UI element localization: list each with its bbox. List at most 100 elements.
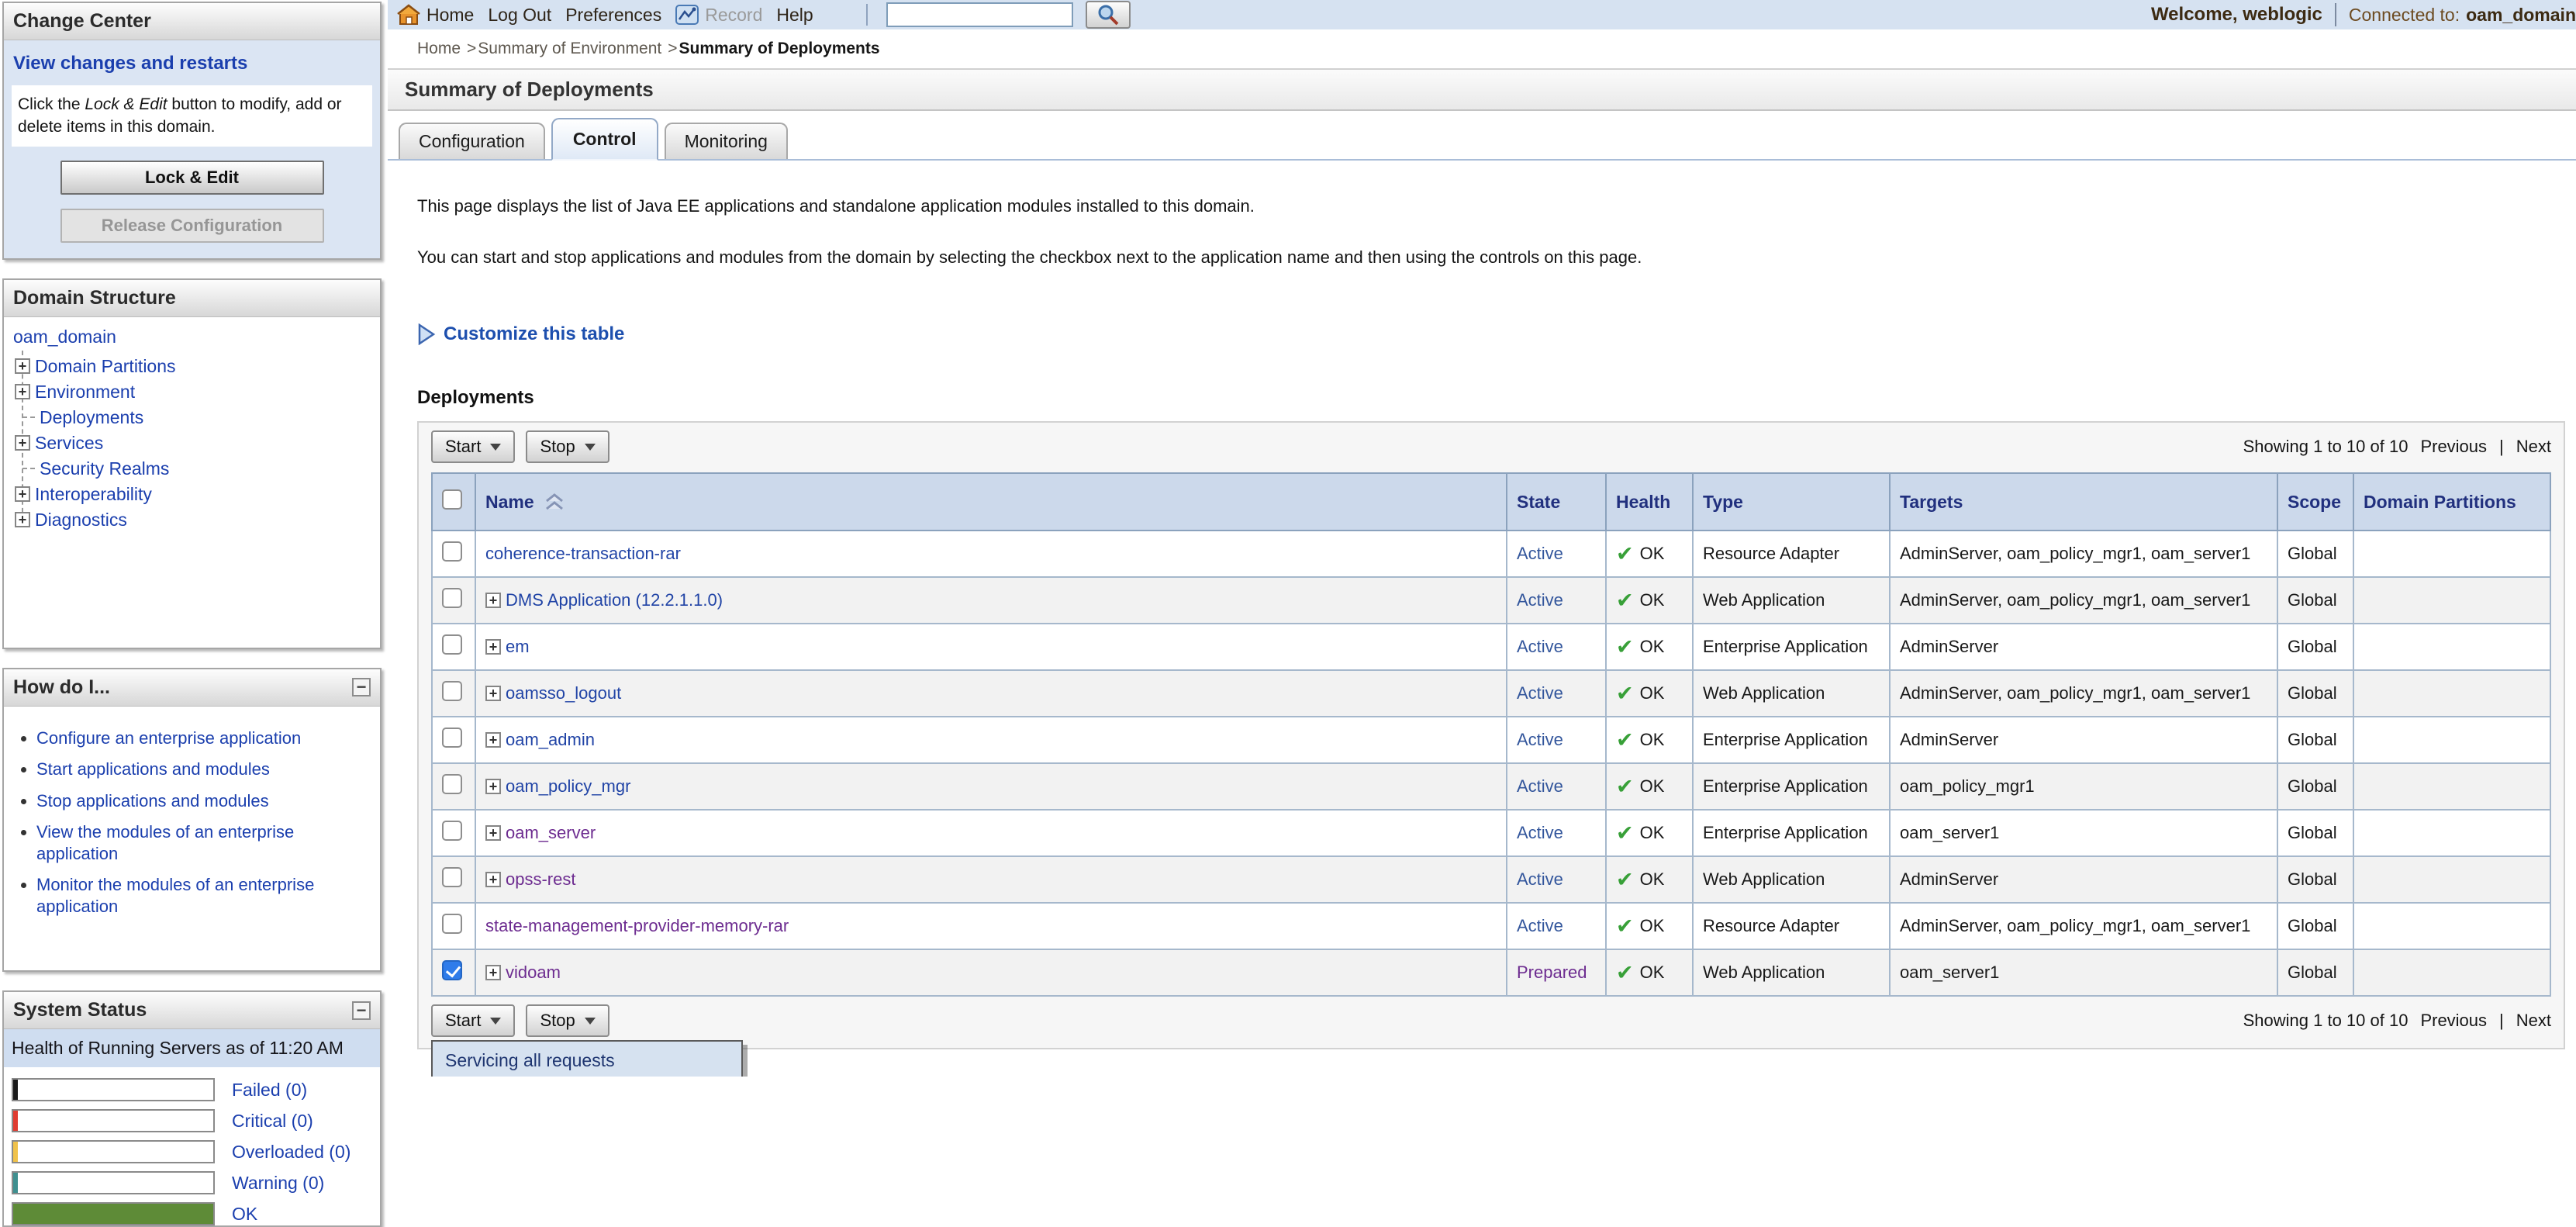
search-button[interactable] [1086, 1, 1131, 29]
stop-button[interactable]: Stop [526, 430, 609, 463]
deployment-link-dms-application-12-2-1-1-0[interactable]: DMS Application (12.2.1.1.0) [506, 590, 723, 610]
expand-plus-icon[interactable]: + [15, 486, 30, 502]
menu-item-servicing-all-requests[interactable]: Servicing all requests [433, 1042, 741, 1077]
row-checkbox[interactable] [442, 774, 462, 794]
health-cell: ✔OK [1606, 531, 1693, 577]
expand-plus-icon[interactable]: + [15, 384, 30, 399]
deployment-link-coherence-transaction-rar[interactable]: coherence-transaction-rar [485, 544, 681, 564]
expand-plus-icon[interactable]: + [485, 872, 501, 887]
collapse-icon[interactable]: − [352, 1001, 371, 1020]
gauge-fill [13, 1173, 18, 1193]
deployment-name: + vidoam [485, 963, 1497, 983]
gauge-label-critical-0[interactable]: Critical (0) [232, 1111, 313, 1132]
row-checkbox[interactable] [442, 867, 462, 887]
tree-link-interoperability[interactable]: Interoperability [35, 484, 152, 505]
deployment-link-state-management-provider-memory-rar[interactable]: state-management-provider-memory-rar [485, 916, 789, 936]
scope-cell: Global [2277, 624, 2353, 670]
gauge-label-ok[interactable]: OK [232, 1204, 257, 1225]
targets-cell: AdminServer [1890, 856, 2277, 903]
tab-control[interactable]: Control [551, 118, 658, 161]
row-checkbox[interactable] [442, 960, 462, 980]
deployment-link-oam-admin[interactable]: oam_admin [506, 730, 595, 750]
column-header-name[interactable]: Name [475, 473, 1507, 531]
row-checkbox[interactable] [442, 588, 462, 608]
lock-edit-note: Click the Lock & Edit button to modify, … [12, 85, 372, 147]
targets-cell: AdminServer, oam_policy_mgr1, oam_server… [1890, 577, 2277, 624]
lock-edit-button[interactable]: Lock & Edit [60, 161, 324, 195]
select-all-checkbox[interactable] [442, 489, 462, 510]
tree-link-environment[interactable]: Environment [35, 382, 135, 403]
how-do-i-link-start-applications-and-modules[interactable]: Start applications and modules [36, 759, 270, 779]
connected-to-label: Connected to: [2349, 5, 2460, 26]
table-row-oam-server: +oam_serverActive✔OKEnterprise Applicati… [432, 810, 2550, 856]
expand-plus-icon[interactable]: + [485, 779, 501, 794]
logout-link[interactable]: Log Out [488, 5, 551, 26]
column-header-state: State [1507, 473, 1606, 531]
connected-domain: oam_domain [2466, 5, 2576, 26]
expand-plus-icon[interactable]: + [485, 965, 501, 980]
stop-button[interactable]: Stop [526, 1004, 609, 1037]
how-do-i-link-configure-an-enterprise-application[interactable]: Configure an enterprise application [36, 728, 301, 748]
type-cell: Enterprise Application [1693, 810, 1890, 856]
breadcrumb-home[interactable]: Home [417, 40, 461, 57]
deployment-link-oam-server[interactable]: oam_server [506, 823, 596, 843]
expand-plus-icon[interactable]: + [15, 512, 30, 527]
tab-configuration[interactable]: Configuration [399, 123, 545, 159]
row-checkbox[interactable] [442, 634, 462, 655]
expand-plus-icon[interactable]: + [485, 593, 501, 608]
expand-plus-icon[interactable]: + [485, 732, 501, 748]
health-label: OK [1640, 683, 1665, 703]
customize-this-table-link[interactable]: Customize this table [444, 323, 624, 345]
tree-link-diagnostics[interactable]: Diagnostics [35, 510, 127, 531]
expand-plus-icon[interactable]: + [15, 435, 30, 451]
expand-plus-icon[interactable]: + [485, 686, 501, 701]
home-icon[interactable] [397, 4, 420, 26]
deployment-link-oamsso-logout[interactable]: oamsso_logout [506, 683, 621, 703]
expand-plus-icon[interactable]: + [485, 639, 501, 655]
sort-ascending-icon[interactable] [544, 493, 565, 511]
collapse-icon[interactable]: − [352, 678, 371, 696]
tab-monitoring[interactable]: Monitoring [665, 123, 788, 159]
domain-structure-body: oam_domain + Domain Partitions + Environmen… [4, 317, 380, 648]
row-checkbox[interactable] [442, 728, 462, 748]
home-link[interactable]: Home [426, 5, 474, 26]
targets-cell: AdminServer, oam_policy_mgr1, oam_server… [1890, 531, 2277, 577]
search-input[interactable] [886, 2, 1073, 27]
how-do-i-link-stop-applications-and-modules[interactable]: Stop applications and modules [36, 791, 269, 811]
gauge-label-failed-0[interactable]: Failed (0) [232, 1080, 307, 1101]
row-checkbox[interactable] [442, 681, 462, 701]
row-checkbox[interactable] [442, 821, 462, 841]
domain-partitions-cell [2353, 531, 2550, 577]
name-cell: + oam_policy_mgr [475, 763, 1507, 810]
start-button[interactable]: Start [431, 1004, 515, 1037]
column-header-scope: Scope [2277, 473, 2353, 531]
breadcrumb-summary-environment[interactable]: Summary of Environment [478, 40, 661, 57]
preferences-link[interactable]: Preferences [565, 5, 661, 26]
tree-link-deployments[interactable]: Deployments [40, 407, 143, 428]
health-value: ✔OK [1616, 963, 1683, 983]
deployment-link-em[interactable]: em [506, 637, 530, 657]
type-cell: Web Application [1693, 670, 1890, 717]
next-link: Next [2516, 437, 2551, 457]
tree-link-domain-partitions[interactable]: Domain Partitions [35, 356, 176, 377]
gauge-label-overloaded-0[interactable]: Overloaded (0) [232, 1142, 350, 1163]
gauge-fill [13, 1142, 18, 1162]
tree-root-oam-domain[interactable]: oam_domain [13, 327, 116, 347]
tree-link-services[interactable]: Services [35, 433, 103, 454]
how-do-i-link-view-the-modules-of-an-enterprise-application[interactable]: View the modules of an enterprise applic… [36, 822, 294, 863]
row-checkbox[interactable] [442, 541, 462, 562]
expand-plus-icon[interactable]: + [15, 358, 30, 374]
row-checkbox[interactable] [442, 914, 462, 934]
expand-plus-icon[interactable]: + [485, 825, 501, 841]
type-cell: Web Application [1693, 577, 1890, 624]
view-changes-restarts-link[interactable]: View changes and restarts [13, 53, 371, 74]
how-do-i-link-monitor-the-modules-of-an-enterprise-application[interactable]: Monitor the modules of an enterprise app… [36, 875, 314, 916]
tree-link-security-realms[interactable]: Security Realms [40, 458, 169, 479]
help-link[interactable]: Help [776, 5, 813, 26]
deployment-link-oam-policy-mgr[interactable]: oam_policy_mgr [506, 776, 630, 797]
start-button[interactable]: Start [431, 430, 515, 463]
deployments-heading: Deployments [417, 387, 2565, 409]
gauge-label-warning-0[interactable]: Warning (0) [232, 1173, 324, 1194]
deployment-link-opss-rest[interactable]: opss-rest [506, 869, 575, 890]
deployment-link-vidoam[interactable]: vidoam [506, 963, 561, 983]
